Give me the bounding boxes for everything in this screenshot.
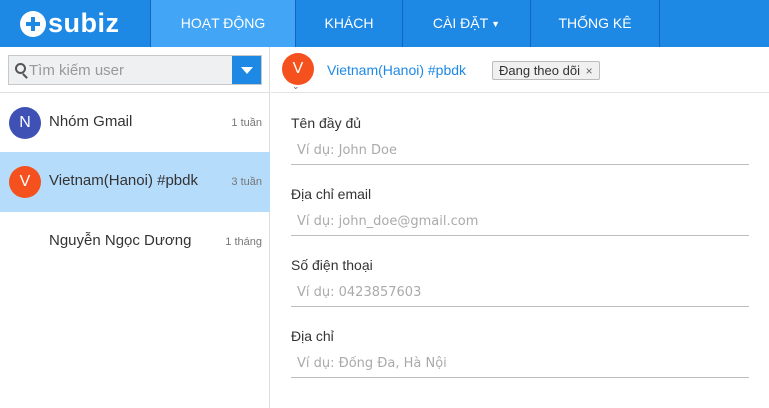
search-box: [8, 55, 262, 85]
search-icon: [15, 63, 26, 74]
tab-settings[interactable]: CÀI ĐẶT ▼: [402, 0, 530, 47]
avatar: V: [9, 166, 41, 198]
status-badge: Đang theo dõi ×: [492, 61, 600, 80]
contact-detail-panel: V ⌄ Vietnam(Hanoi) #pbdk Đang theo dõi ×…: [271, 47, 769, 408]
conversation-name: Nguyễn Ngọc Dương: [49, 232, 192, 249]
search-filter-dropdown-button[interactable]: [232, 56, 261, 84]
conversation-time: 1 tháng: [225, 236, 262, 248]
list-item[interactable]: V Vietnam(Hanoi) #pbdk 3 tuần: [0, 152, 270, 212]
tab-statistics[interactable]: THỐNG KÊ: [530, 0, 660, 47]
tab-customers[interactable]: KHÁCH: [295, 0, 402, 47]
chevron-down-icon: ▼: [491, 19, 501, 29]
list-item[interactable]: N Nhóm Gmail 1 tuần: [0, 93, 270, 153]
plus-circle-icon: [20, 10, 46, 37]
tab-activity[interactable]: HOẠT ĐỘNG: [150, 0, 295, 47]
list-item[interactable]: Nguyễn Ngọc Dương 1 tháng: [0, 212, 270, 272]
email-field[interactable]: [291, 208, 749, 236]
conversation-name: Vietnam(Hanoi) #pbdk: [49, 172, 198, 189]
top-navbar: subiz HOẠT ĐỘNG KHÁCH CÀI ĐẶT ▼ THỐNG KÊ: [0, 0, 769, 47]
tab-statistics-label: THỐNG KÊ: [558, 15, 632, 31]
conversation-name: Nhóm Gmail: [49, 113, 133, 130]
tab-customers-label: KHÁCH: [324, 15, 374, 31]
conversation-time: 1 tuần: [231, 117, 262, 129]
brand-logo[interactable]: subiz: [0, 0, 150, 47]
address-field[interactable]: [291, 350, 749, 378]
search-input[interactable]: [29, 56, 229, 84]
status-badge-label: Đang theo dõi: [499, 63, 580, 78]
email-label: Địa chỉ email: [291, 186, 372, 202]
close-icon[interactable]: ×: [586, 64, 593, 78]
fullname-label: Tên đầy đủ: [291, 115, 362, 131]
contact-name[interactable]: Vietnam(Hanoi) #pbdk: [327, 62, 466, 78]
avatar: N: [9, 107, 41, 139]
tab-activity-label: HOẠT ĐỘNG: [180, 15, 266, 31]
conversation-time: 3 tuần: [231, 176, 262, 188]
phone-label: Số điện thoại: [291, 257, 373, 273]
contact-header: V ⌄ Vietnam(Hanoi) #pbdk Đang theo dõi ×: [271, 47, 769, 93]
tab-settings-label: CÀI ĐẶT: [432, 15, 489, 31]
fullname-field[interactable]: [291, 137, 749, 165]
brand-name: subiz: [48, 8, 120, 38]
address-label: Địa chỉ: [291, 328, 334, 344]
phone-field[interactable]: [291, 279, 749, 307]
chevron-down-icon[interactable]: ⌄: [292, 81, 300, 92]
conversation-panel: N Nhóm Gmail 1 tuần V Vietnam(Hanoi) #pb…: [0, 47, 270, 408]
